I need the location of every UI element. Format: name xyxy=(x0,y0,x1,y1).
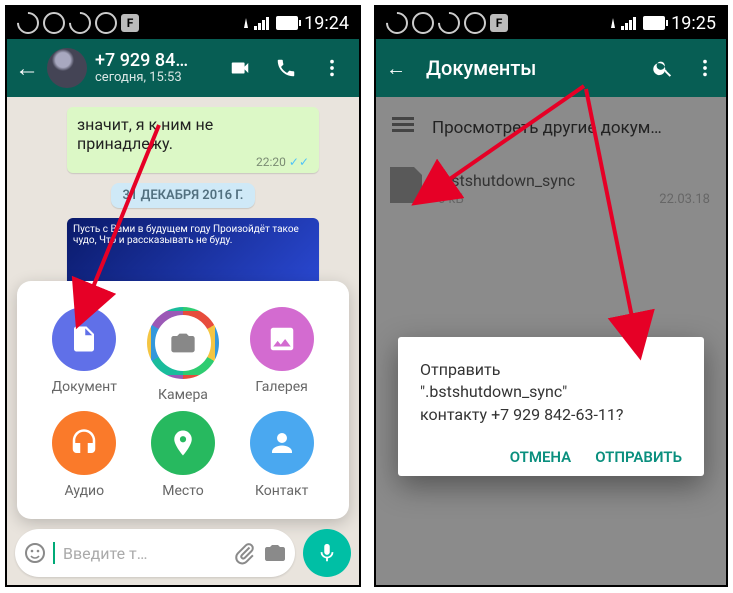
gallery-icon xyxy=(267,324,297,354)
cancel-button[interactable]: ОТМЕНА xyxy=(510,448,572,466)
attach-icon[interactable] xyxy=(233,541,257,565)
outgoing-message[interactable]: значит, я к ним не принадлежу. 22:20 ✓✓ xyxy=(67,107,319,173)
clock: 19:24 xyxy=(304,13,349,34)
back-icon[interactable]: ← xyxy=(386,56,406,81)
status-bar: F 19:25 xyxy=(376,7,726,39)
browse-label: Просмотреть другие докум… xyxy=(432,118,662,138)
attach-location[interactable]: Место xyxy=(136,411,231,499)
file-date: 22.03.18 xyxy=(659,192,710,207)
attach-document[interactable]: Документ xyxy=(37,307,132,403)
file-size: 0 кБ xyxy=(438,192,464,207)
more-icon[interactable] xyxy=(321,57,343,79)
phone-screenshot-left: F 19:24 ← +7 929 84… сегодня, 15:53 знач… xyxy=(5,5,361,587)
attach-audio[interactable]: Аудио xyxy=(37,411,132,499)
chat-title: +7 929 84… xyxy=(95,51,213,71)
status-icon xyxy=(459,7,490,38)
status-bar: F 19:24 xyxy=(7,7,359,39)
document-picker: Просмотреть другие докум… .bstshutdown_s… xyxy=(376,97,726,585)
attachment-sheet: Документ Камера Галерея Аудио Место Конт… xyxy=(17,281,349,519)
file-row[interactable]: .bstshutdown_sync 0 кБ 22.03.18 xyxy=(376,159,726,225)
date-chip: 31 ДЕКАБРЯ 2016 Г. xyxy=(111,183,256,208)
dialog-line: Отправить xyxy=(420,360,500,379)
status-icon xyxy=(381,7,412,38)
chat-subtitle: сегодня, 15:53 xyxy=(95,71,213,85)
location-icon xyxy=(168,428,198,458)
attach-contact[interactable]: Контакт xyxy=(234,411,329,499)
signal-icon xyxy=(621,16,637,30)
attach-label: Контакт xyxy=(255,483,308,499)
camera-small-icon[interactable] xyxy=(263,541,287,565)
chat-area: значит, я к ним не принадлежу. 22:20 ✓✓ … xyxy=(7,97,359,585)
attach-label: Камера xyxy=(158,387,208,403)
contact-icon xyxy=(267,428,297,458)
search-icon[interactable] xyxy=(652,57,674,79)
read-ticks-icon: ✓✓ xyxy=(289,155,309,169)
list-icon xyxy=(392,117,414,139)
dialog-line: контакту +7 929 842-63-11? xyxy=(420,405,623,424)
card-text: Пусть с Вами в будущем году Произойдёт т… xyxy=(73,224,299,246)
battery-icon xyxy=(643,16,665,30)
send-confirm-dialog: Отправить ".bstshutdown_sync" контакту +… xyxy=(398,337,704,476)
file-icon xyxy=(390,167,422,203)
documents-header: ← Документы xyxy=(376,39,726,97)
voice-call-icon[interactable] xyxy=(275,57,297,79)
attach-label: Галерея xyxy=(255,379,307,395)
attach-label: Документ xyxy=(52,379,117,395)
status-icon xyxy=(433,7,464,38)
chat-header-text[interactable]: +7 929 84… сегодня, 15:53 xyxy=(95,51,213,85)
attach-label: Аудио xyxy=(65,483,105,499)
status-icon: F xyxy=(490,14,508,32)
status-icon xyxy=(64,7,95,38)
input-row: Введите т… xyxy=(15,529,351,577)
status-icon xyxy=(90,7,121,38)
browse-other-docs[interactable]: Просмотреть другие докум… xyxy=(376,97,726,159)
more-icon[interactable] xyxy=(694,57,716,79)
headphones-icon xyxy=(69,428,99,458)
camera-icon xyxy=(169,328,197,358)
signal-icon xyxy=(254,16,270,30)
send-button[interactable]: ОТПРАВИТЬ xyxy=(595,448,682,466)
battery-icon xyxy=(276,16,298,30)
input-placeholder: Введите т… xyxy=(63,544,227,563)
status-icon xyxy=(407,7,438,38)
attach-label: Место xyxy=(162,483,203,499)
emoji-icon[interactable] xyxy=(23,541,47,565)
attach-gallery[interactable]: Галерея xyxy=(234,307,329,403)
message-time: 22:20 xyxy=(256,155,286,169)
phone-screenshot-right: F 19:25 ← Документы Просмотреть другие д… xyxy=(374,5,728,587)
mic-button[interactable] xyxy=(303,529,351,577)
document-icon xyxy=(69,324,99,354)
status-icon xyxy=(12,7,43,38)
file-name: .bstshutdown_sync xyxy=(438,171,710,190)
avatar[interactable] xyxy=(47,48,87,88)
attach-camera[interactable]: Камера xyxy=(136,307,231,403)
text-cursor xyxy=(53,542,55,564)
message-text: значит, я к ним не принадлежу. xyxy=(77,115,309,153)
status-icon xyxy=(38,7,69,38)
dialog-line: ".bstshutdown_sync" xyxy=(420,382,567,401)
message-input[interactable]: Введите т… xyxy=(15,529,295,577)
chat-header[interactable]: ← +7 929 84… сегодня, 15:53 xyxy=(7,39,359,97)
clock: 19:25 xyxy=(671,13,716,34)
docs-title: Документы xyxy=(426,56,632,80)
status-icon: F xyxy=(121,14,139,32)
wifi-icon xyxy=(244,18,248,28)
back-icon[interactable]: ← xyxy=(15,54,39,83)
video-call-icon[interactable] xyxy=(229,57,251,79)
wifi-icon xyxy=(611,18,615,28)
dialog-message: Отправить ".bstshutdown_sync" контакту +… xyxy=(420,359,682,426)
